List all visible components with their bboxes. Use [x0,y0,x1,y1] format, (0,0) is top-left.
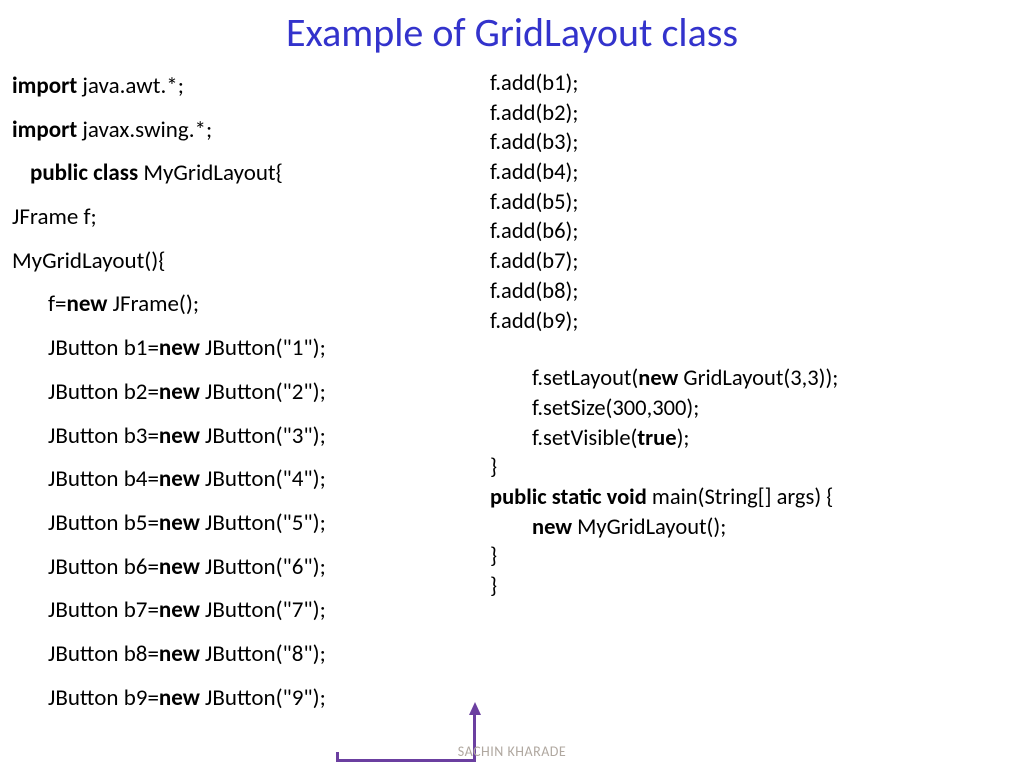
code-line: f.add(b8); [490,277,1010,307]
code-line: new MyGridLayout(); [490,513,1010,543]
slide-title: Example of GridLayout class [0,0,1024,65]
code-line: } [490,453,1010,483]
code-line: JFrame f; [12,196,490,240]
code-line: public class MyGridLayout{ [12,152,490,196]
code-content: import java.awt.*; import javax.swing.*;… [0,65,1024,720]
code-line: f.add(b3); [490,128,1010,158]
code-line: f.add(b7); [490,247,1010,277]
code-line: MyGridLayout(){ [12,240,490,284]
code-line: f.add(b5); [490,188,1010,218]
code-line: JButton b2=new JButton("2"); [12,371,490,415]
code-line: JButton b6=new JButton("6"); [12,546,490,590]
blank-line [490,336,1010,364]
code-line: JButton b4=new JButton("4"); [12,458,490,502]
code-line: f.add(b1); [490,69,1010,99]
code-line: JButton b8=new JButton("8"); [12,633,490,677]
left-code-column: import java.awt.*; import javax.swing.*;… [12,65,490,720]
code-line: } [490,542,1010,572]
code-line: f.add(b2); [490,99,1010,129]
code-line: f.add(b4); [490,158,1010,188]
code-line: f.setSize(300,300); [490,394,1010,424]
code-line: JButton b5=new JButton("5"); [12,502,490,546]
code-line: JButton b1=new JButton("1"); [12,327,490,371]
code-line: f.add(b9); [490,307,1010,337]
code-line: f=new JFrame(); [12,283,490,327]
code-line: JButton b3=new JButton("3"); [12,415,490,459]
code-line: f.add(b6); [490,217,1010,247]
code-line: f.setVisible(true); [490,424,1010,454]
author-footer: SACHIN KHARADE [458,743,567,760]
right-code-column: f.add(b1); f.add(b2); f.add(b3); f.add(b… [490,65,1010,720]
code-line: import java.awt.*; [12,65,490,109]
code-line: import javax.swing.*; [12,109,490,153]
code-line: } [490,572,1010,602]
arrow-connector-icon [336,702,476,762]
code-line: JButton b7=new JButton("7"); [12,589,490,633]
code-line: f.setLayout(new GridLayout(3,3)); [490,364,1010,394]
code-line: public static void main(String[] args) { [490,483,1010,513]
